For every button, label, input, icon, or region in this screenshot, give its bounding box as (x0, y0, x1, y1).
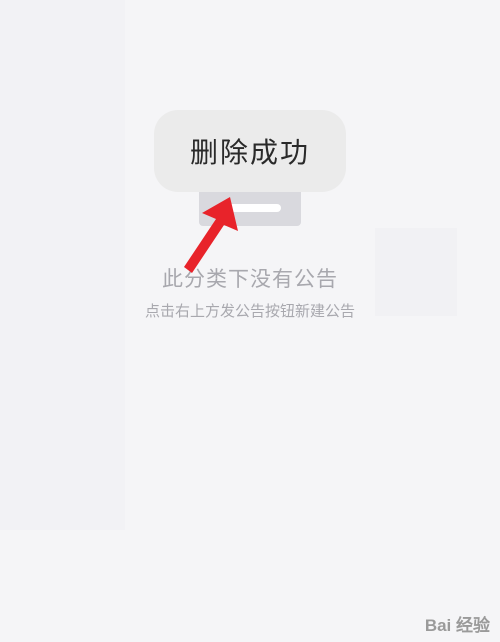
success-toast: 删除成功 (154, 110, 346, 192)
annotation-arrow-icon (184, 197, 238, 273)
baidu-jingyan-watermark: Bai 经验 (425, 611, 490, 636)
empty-state-subtitle: 点击右上方发公告按钮新建公告 (144, 302, 355, 320)
watermark-text: Bai 经验 (424, 616, 490, 635)
empty-state-title: 此分类下没有公告 (162, 267, 338, 291)
